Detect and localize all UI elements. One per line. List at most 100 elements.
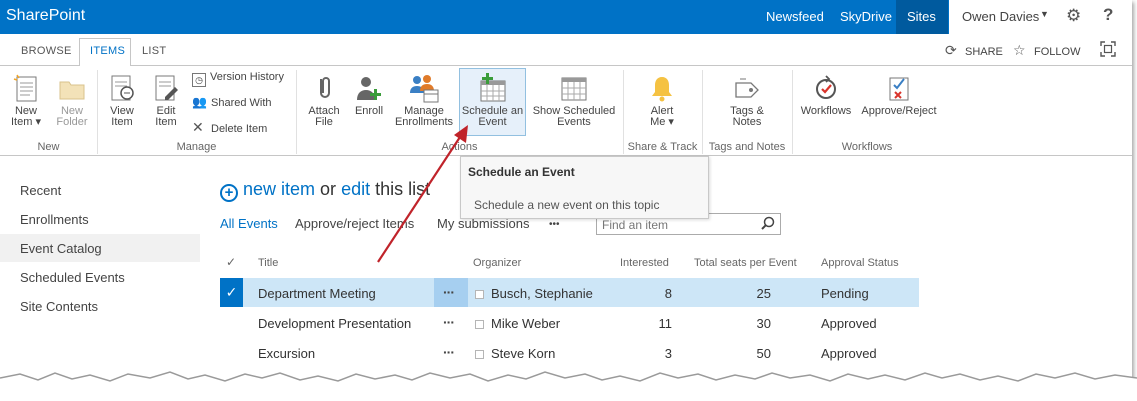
- edit-item-button[interactable]: Edit Item: [146, 73, 186, 128]
- new-item-button[interactable]: New Item ▾: [6, 73, 46, 128]
- delete-item-button[interactable]: ✕ Delete Item: [192, 119, 267, 136]
- ribbon-tab-bar: [0, 34, 1132, 66]
- table-row-status: Pending: [821, 286, 869, 301]
- table-row-title[interactable]: Excursion: [258, 346, 315, 361]
- tags-notes-button[interactable]: Tags & Notes: [724, 73, 770, 128]
- tab-items[interactable]: ITEMS: [90, 45, 125, 57]
- version-history-label: Version History: [210, 71, 284, 83]
- new-item-link[interactable]: new item: [243, 179, 315, 199]
- column-organizer[interactable]: Organizer: [473, 257, 521, 269]
- chevron-down-icon: ▼: [1040, 9, 1049, 19]
- workflows-button[interactable]: Workflows: [796, 73, 856, 117]
- user-menu[interactable]: Owen Davies ▼ ⚙ ?: [949, 0, 1132, 34]
- calendar-add-icon: [480, 73, 505, 102]
- shared-with-button[interactable]: 👥 Shared With: [192, 95, 272, 109]
- nav-item-enrollments[interactable]: Enrollments: [20, 212, 89, 227]
- view-item-label: View Item: [110, 105, 134, 128]
- select-all-checkbox[interactable]: ✓: [226, 255, 236, 269]
- share-button[interactable]: SHARE: [965, 46, 1003, 58]
- table-row-organizer[interactable]: Steve Korn: [491, 346, 555, 361]
- search-icon[interactable]: [761, 216, 775, 233]
- focus-icon[interactable]: [1100, 41, 1116, 60]
- star-icon[interactable]: ☆: [1013, 42, 1026, 59]
- table-row-interested: 11: [658, 316, 673, 331]
- workflows-label: Workflows: [800, 105, 852, 117]
- tooltip-title: Schedule an Event: [468, 165, 575, 179]
- row-menu-button[interactable]: ···: [443, 344, 455, 360]
- group-label-share-track: Share & Track: [627, 141, 698, 153]
- column-interested[interactable]: Interested: [620, 257, 669, 269]
- calendar-icon: [561, 77, 587, 101]
- skydrive-link[interactable]: SkyDrive: [840, 9, 892, 24]
- table-row-seats: 25: [756, 286, 771, 301]
- help-icon[interactable]: ?: [1103, 5, 1113, 25]
- new-item-label: New Item ▾: [11, 105, 41, 128]
- tooltip-description: Schedule a new event on this topic: [474, 198, 660, 212]
- workflow-icon: [816, 75, 836, 99]
- row-checkbox-checked[interactable]: ✓: [220, 278, 243, 307]
- group-label-new: New: [37, 141, 60, 153]
- presence-indicator: [475, 290, 484, 299]
- search-placeholder: Find an item: [602, 218, 669, 232]
- table-row-title[interactable]: Development Presentation: [258, 316, 411, 331]
- nav-item-site-contents[interactable]: Site Contents: [20, 299, 98, 314]
- view-item-button[interactable]: View Item: [102, 73, 142, 128]
- schedule-event-tooltip: Schedule an Event Schedule a new event o…: [460, 156, 709, 219]
- row-menu-button[interactable]: ···: [443, 284, 455, 300]
- table-row-title[interactable]: Department Meeting: [258, 286, 376, 301]
- view-all-events[interactable]: All Events: [220, 216, 278, 231]
- version-history-button[interactable]: ◷ Version History: [192, 71, 284, 87]
- torn-edge: [0, 371, 1137, 401]
- add-icon[interactable]: +: [220, 184, 238, 202]
- new-item-icon: [13, 74, 37, 102]
- tab-list[interactable]: LIST: [142, 45, 166, 57]
- table-row-status: Approved: [821, 316, 877, 331]
- enroll-button[interactable]: Enroll: [349, 73, 389, 117]
- more-views-button[interactable]: •••: [549, 219, 560, 230]
- alert-me-button[interactable]: Alert Me ▾: [640, 73, 684, 128]
- annotation-arrow: [377, 125, 468, 263]
- group-label-manage: Manage: [176, 141, 217, 153]
- alert-me-label: Alert Me ▾: [650, 105, 674, 128]
- nav-item-event-catalog[interactable]: Event Catalog: [20, 241, 102, 256]
- follow-button[interactable]: FOLLOW: [1034, 46, 1080, 58]
- row-menu-button[interactable]: ···: [443, 314, 455, 330]
- sharepoint-window: SharePoint Newsfeed SkyDrive Sites Owen …: [0, 0, 1132, 398]
- table-row-organizer[interactable]: Mike Weber: [491, 316, 560, 331]
- new-folder-button[interactable]: New Folder: [52, 73, 92, 128]
- edit-link[interactable]: edit: [341, 179, 370, 199]
- table-row-status: Approved: [821, 346, 877, 361]
- nav-item-scheduled-events[interactable]: Scheduled Events: [20, 270, 125, 285]
- manage-enrollments-icon: [410, 75, 439, 103]
- sync-icon[interactable]: ⟳: [945, 42, 957, 59]
- edit-item-label: Edit Item: [155, 105, 177, 128]
- sites-link[interactable]: Sites: [907, 9, 936, 24]
- view-item-icon: [111, 75, 134, 101]
- column-status[interactable]: Approval Status: [821, 257, 899, 269]
- nav-item-recent[interactable]: Recent: [20, 183, 61, 198]
- column-title[interactable]: Title: [258, 257, 278, 269]
- table-row-seats: 50: [756, 346, 771, 361]
- gear-icon[interactable]: ⚙: [1066, 6, 1081, 26]
- delete-item-label: Delete Item: [211, 123, 268, 135]
- tab-browse[interactable]: BROWSE: [21, 45, 72, 57]
- table-row-organizer[interactable]: Busch, Stephanie: [491, 286, 593, 301]
- tags-notes-label: Tags & Notes: [730, 105, 764, 128]
- table-row-interested: 8: [664, 286, 672, 301]
- show-scheduled-label: Show Scheduled Events: [532, 105, 616, 128]
- show-scheduled-events-button[interactable]: Show Scheduled Events: [528, 73, 620, 128]
- presence-indicator: [475, 320, 484, 329]
- column-seats[interactable]: Total seats per Event: [694, 257, 797, 269]
- approve-reject-button[interactable]: Approve/Reject: [858, 73, 940, 117]
- user-name: Owen Davies: [962, 9, 1040, 24]
- newsfeed-link[interactable]: Newsfeed: [766, 9, 824, 24]
- shared-with-label: Shared With: [211, 97, 272, 109]
- delete-icon: ✕: [192, 119, 204, 135]
- bell-icon: [652, 77, 672, 102]
- paperclip-icon: [320, 77, 330, 98]
- tag-icon: [735, 78, 759, 98]
- brand-logo[interactable]: SharePoint: [6, 7, 85, 25]
- enroll-icon: [357, 77, 381, 100]
- folder-icon: [59, 81, 85, 100]
- attach-file-button[interactable]: Attach File: [303, 73, 345, 128]
